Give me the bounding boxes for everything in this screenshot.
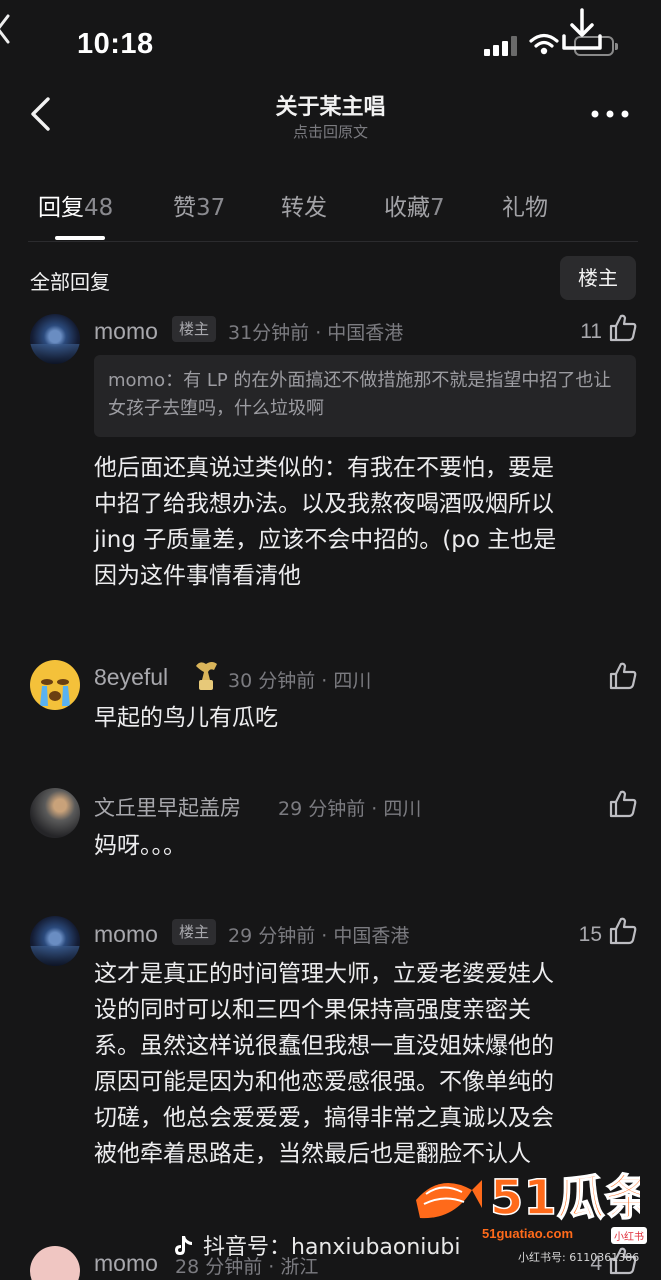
avatar[interactable]: [30, 660, 80, 710]
section-title: 全部回复: [30, 270, 110, 294]
tab-label: 礼物: [502, 195, 548, 221]
comment-line: 他后面还真说过类似的：有我在不要怕，要是: [94, 455, 554, 481]
quoted-comment[interactable]: momo：有 LP 的在外面搞还不做措施那不就是指望中招了也让女孩子去堕吗，什么…: [94, 355, 636, 437]
thumbs-up-icon[interactable]: [608, 661, 638, 691]
status-time: 10:18: [77, 28, 154, 60]
avatar[interactable]: [30, 314, 80, 364]
comment-line: 中招了给我想办法。以及我熬夜喝酒吸烟所以: [94, 491, 554, 517]
comment-line: 原因可能是因为和他恋爱感很强。不像单纯的: [94, 1069, 554, 1095]
edge-chevron-icon[interactable]: [0, 12, 12, 46]
comment-body[interactable]: 早起的鸟儿有瓜吃: [94, 700, 639, 736]
thumbs-up-icon[interactable]: [608, 789, 638, 819]
wifi-icon: [529, 33, 559, 55]
divider: [28, 241, 638, 242]
comment-username[interactable]: momo: [94, 318, 158, 345]
like-count: 11: [580, 320, 602, 343]
host-tag: 楼主: [172, 919, 217, 945]
tab-label: 赞: [173, 195, 196, 221]
tab-count: 37: [196, 195, 226, 221]
comment-line: 早起的鸟儿有瓜吃: [94, 705, 278, 731]
comment-username[interactable]: 8eyeful: [94, 664, 168, 691]
xiaohongshu-id: 小红书号: 6110361386: [518, 1251, 640, 1264]
active-tab-indicator: [55, 236, 105, 240]
comment-meta: 29 分钟前 · 中国香港: [228, 925, 410, 947]
thumbs-up-icon[interactable]: [608, 916, 638, 946]
tab-reposts[interactable]: 转发: [281, 188, 327, 222]
comment-meta: 31分钟前 · 中国香港: [228, 322, 404, 344]
douyin-id-text: 抖音号：hanxiubaoniubi: [203, 1235, 461, 1260]
tab-gifts[interactable]: 礼物: [502, 188, 548, 222]
watermark-logo-text: 51瓜条: [490, 1170, 640, 1226]
comment-line: 这才是真正的时间管理大师，立爱老婆爱娃人: [94, 961, 554, 987]
comment-line: 系。虽然这样说很蠢但我想一直没姐妹爆他的: [94, 1033, 554, 1059]
host-tag: 楼主: [172, 316, 217, 342]
like-count: 15: [578, 923, 602, 946]
golden-dragon-badge-icon: [196, 662, 217, 690]
comment-meta: 29 分钟前 · 四川: [278, 798, 422, 820]
tab-bar: 回复48 赞37 转发 收藏7 礼物: [0, 188, 661, 228]
tab-count: 7: [430, 195, 445, 221]
screen: 10:18 关于某主唱 点击回原文 回复48 赞37 转发 收藏7 礼物 全部回…: [0, 0, 661, 1280]
tab-label: 回复: [38, 195, 84, 221]
comment-line: jing 子质量差，应该不会中招的。(po 主也是: [94, 527, 557, 553]
page-title[interactable]: 关于某主唱: [0, 89, 661, 121]
watermark-url: 51guatiao.com: [482, 1226, 574, 1241]
crying-face-icon: [40, 679, 70, 706]
tab-replies[interactable]: 回复48: [38, 188, 113, 222]
more-dots-icon[interactable]: [590, 108, 630, 120]
comment-username[interactable]: momo: [94, 1250, 158, 1277]
thumbs-up-icon[interactable]: [608, 313, 638, 343]
comment-line: 妈呀。。。: [94, 833, 186, 859]
download-icon[interactable]: [560, 8, 604, 54]
comment-body[interactable]: 这才是真正的时间管理大师，立爱老婆爱娃人 设的同时可以和三四个果保持高强度亲密关…: [94, 956, 639, 1172]
status-bar: 10:18: [0, 0, 661, 70]
comment-meta: 30 分钟前 · 四川: [228, 670, 372, 692]
comment-username[interactable]: momo: [94, 921, 158, 948]
avatar[interactable]: [30, 916, 80, 966]
comment-username[interactable]: 文丘里早起盖房: [94, 792, 241, 822]
douyin-watermark: 抖音号：hanxiubaoniubi: [172, 1229, 460, 1261]
comment-line: 因为这件事情看清他: [94, 563, 301, 589]
tab-label: 转发: [281, 195, 327, 221]
xiaohongshu-badge: 小红书: [611, 1227, 647, 1244]
fish-logo-watermark: 51瓜条: [416, 1169, 640, 1227]
host-only-filter-button[interactable]: 楼主: [560, 256, 636, 300]
tab-count: 48: [84, 195, 114, 221]
avatar[interactable]: [30, 788, 80, 838]
tab-likes[interactable]: 赞37: [173, 188, 225, 222]
comment-body[interactable]: 妈呀。。。: [94, 828, 639, 864]
page-subtitle[interactable]: 点击回原文: [0, 121, 661, 142]
comment-line: 切磋，他总会爱爱爱，搞得非常之真诚以及会: [94, 1105, 554, 1131]
tiktok-icon: [175, 1236, 192, 1255]
comment-line: 设的同时可以和三四个果保持高强度亲密关: [94, 997, 531, 1023]
tab-label: 收藏: [384, 195, 430, 221]
avatar[interactable]: [30, 1246, 80, 1280]
signal-icon: [484, 36, 517, 56]
tab-favorites[interactable]: 收藏7: [384, 188, 445, 222]
comment-body[interactable]: 他后面还真说过类似的：有我在不要怕，要是 中招了给我想办法。以及我熬夜喝酒吸烟所…: [94, 450, 639, 594]
